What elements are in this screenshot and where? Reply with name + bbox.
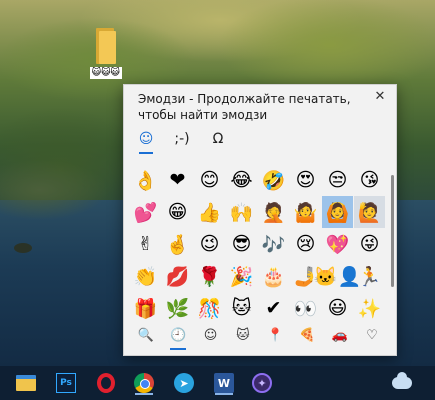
telegram-icon: ➤ <box>174 373 194 393</box>
taskbar-opera[interactable] <box>94 371 118 395</box>
taskbar-chrome[interactable] <box>132 371 156 395</box>
active-indicator <box>135 393 153 395</box>
emoji-item[interactable]: 👏 <box>130 260 161 292</box>
emoji-item[interactable]: 😃 <box>322 292 353 324</box>
taskbar-app[interactable]: ✦ <box>250 371 274 395</box>
opera-icon <box>97 373 115 393</box>
emoji-grid: 👌 ❤ 😊 😂 🤣 😍 😒 😘 💕 😁 👍 🙌 🤦 🤷 🙆 🙋 ✌ 🤞 😉 😎 … <box>130 164 388 324</box>
emoji-item[interactable]: 🤷 <box>290 196 321 228</box>
emoji-item[interactable]: 🙋 <box>354 196 385 228</box>
emoji-item[interactable]: 🎁 <box>130 292 161 324</box>
emoji-item[interactable]: 💕 <box>130 196 161 228</box>
smiley-icon[interactable]: ☺ <box>199 323 223 351</box>
emoji-item[interactable]: ✔ <box>258 292 289 324</box>
app-icon: ✦ <box>252 373 272 393</box>
heart-icon[interactable]: ♡ <box>360 323 384 351</box>
emoji-item[interactable]: 🤞 <box>162 228 193 260</box>
emoji-panel: Эмодзи - Продолжайте печатать, чтобы най… <box>123 84 397 356</box>
emoji-item[interactable]: 👍 <box>194 196 225 228</box>
emoji-item[interactable]: 😘 <box>354 164 385 196</box>
emoji-item[interactable]: ✨ <box>354 292 385 324</box>
emoji-item[interactable]: 👀 <box>290 292 321 324</box>
emoji-item[interactable]: 😂 <box>226 164 257 196</box>
desktop-folder[interactable]: 😺😺😺 <box>86 28 126 84</box>
folder-label[interactable]: 😺😺😺 <box>89 67 123 79</box>
emoji-item[interactable]: 💖 <box>322 228 353 260</box>
emoji-panel-title: Эмодзи - Продолжайте печатать, чтобы най… <box>138 92 351 122</box>
wallpaper-coast <box>0 150 140 230</box>
tray-onedrive[interactable] <box>390 371 414 395</box>
search-icon[interactable]: 🔍 <box>134 323 158 351</box>
chrome-icon <box>134 373 154 393</box>
category-bar: 🔍 🕘 ☺ 🐱 📍 🍕 🚗 ♡ <box>128 323 390 351</box>
emoji-item[interactable]: 😜 <box>354 228 385 260</box>
emoji-item[interactable]: 🎶 <box>258 228 289 260</box>
emoji-scrollbar[interactable] <box>391 175 394 287</box>
taskbar-photoshop[interactable]: Ps <box>54 371 78 395</box>
wallpaper-rock <box>14 243 32 253</box>
emoji-item[interactable]: 😊 <box>194 164 225 196</box>
places-icon[interactable]: 📍 <box>263 323 287 351</box>
word-icon: W <box>214 373 234 393</box>
tab-symbols[interactable]: Ω <box>208 129 228 155</box>
taskbar-word[interactable]: W <box>212 371 236 395</box>
transport-icon[interactable]: 🚗 <box>328 323 352 351</box>
emoji-item[interactable]: 💋 <box>162 260 193 292</box>
emoji-item[interactable]: 😒 <box>322 164 353 196</box>
tab-kaomoji[interactable]: ;-) <box>172 129 192 155</box>
emoji-item[interactable]: 👌 <box>130 164 161 196</box>
emoji-item[interactable]: 😉 <box>194 228 225 260</box>
emoji-item[interactable]: 🎂 <box>258 260 289 292</box>
photoshop-icon: Ps <box>56 373 76 393</box>
recent-icon[interactable]: 🕘 <box>166 323 190 351</box>
emoji-item[interactable]: 🏃 <box>354 260 385 292</box>
emoji-panel-tabs: ☺ ;-) Ω <box>136 129 228 155</box>
taskbar-telegram[interactable]: ➤ <box>172 371 196 395</box>
emoji-item[interactable]: ✌ <box>130 228 161 260</box>
emoji-item[interactable]: 😎 <box>226 228 257 260</box>
emoji-item[interactable]: 😢 <box>290 228 321 260</box>
emoji-item-selected[interactable]: 🙆 <box>322 196 353 228</box>
close-button[interactable]: ✕ <box>371 88 389 106</box>
emoji-item[interactable]: 🐱‍👤 <box>314 260 361 292</box>
emoji-item[interactable]: 🎉 <box>226 260 257 292</box>
file-explorer-icon <box>16 375 36 391</box>
emoji-item[interactable]: 🤣 <box>258 164 289 196</box>
people-icon[interactable]: 🐱 <box>231 323 255 351</box>
emoji-item[interactable]: 🙌 <box>226 196 257 228</box>
emoji-item[interactable]: 😁 <box>162 196 193 228</box>
taskbar-file-explorer[interactable] <box>14 371 38 395</box>
emoji-item[interactable]: 🌿 <box>162 292 193 324</box>
food-icon[interactable]: 🍕 <box>295 323 319 351</box>
active-indicator <box>215 393 233 395</box>
cloud-icon <box>392 372 412 389</box>
emoji-item[interactable]: 😍 <box>290 164 321 196</box>
taskbar: Ps ➤ W ✦ <box>0 366 435 400</box>
emoji-item[interactable]: 🤦 <box>258 196 289 228</box>
emoji-item[interactable]: 🐱 <box>226 292 257 324</box>
emoji-item[interactable]: 🌹 <box>194 260 225 292</box>
emoji-item[interactable]: ❤ <box>162 164 193 196</box>
tab-emoji[interactable]: ☺ <box>136 129 156 155</box>
emoji-item[interactable]: 🎊 <box>194 292 225 324</box>
folder-icon <box>94 28 118 64</box>
